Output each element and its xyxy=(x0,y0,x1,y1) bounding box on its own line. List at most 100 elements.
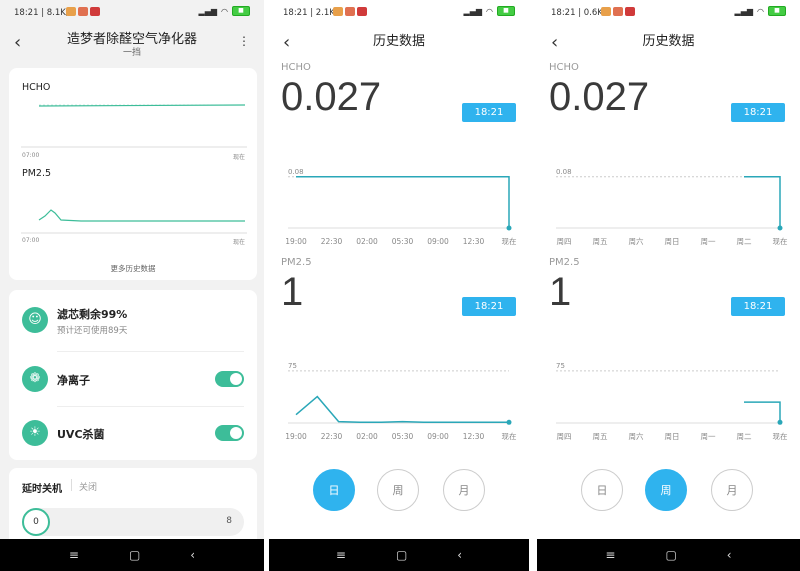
x-tick: 现在 xyxy=(232,239,245,246)
back-icon[interactable]: ‹ xyxy=(727,548,732,562)
notification-icons xyxy=(601,7,635,16)
back-icon[interactable]: ‹ xyxy=(457,548,462,562)
x-tick-label: 周一 xyxy=(701,237,716,246)
filter-icon: ☺ xyxy=(22,307,48,333)
home-icon[interactable]: ▢ xyxy=(396,548,407,562)
time-badge: 18:21 xyxy=(462,297,516,316)
x-tick-label: 周日 xyxy=(665,237,680,246)
app-icon xyxy=(625,7,635,16)
range-day-button[interactable]: 日 xyxy=(313,469,355,511)
x-tick-label: 周一 xyxy=(701,432,716,441)
x-tick-label: 周五 xyxy=(593,432,608,441)
timer-slider[interactable]: 0 8 xyxy=(22,508,244,536)
gridline-label: 0.08 xyxy=(556,168,572,176)
home-icon[interactable]: ▢ xyxy=(129,548,140,562)
gridline-label: 0.08 xyxy=(288,168,304,176)
filter-row[interactable]: ☺ 滤芯剩余99% 预计还可使用89天 xyxy=(9,290,257,346)
page-title: 历史数据 xyxy=(372,34,425,49)
history-week-panel: 18:21 | 0.6K/s ▂▄▆ ◠ ■ ‹ 历史数据 HCHO 0.027… xyxy=(537,0,800,571)
uvc-row: ☀ UVC杀菌 xyxy=(9,406,257,462)
pm-mini-chart xyxy=(21,209,247,234)
pm-value: 1 xyxy=(281,270,304,314)
hcho-value: 0.027 xyxy=(549,75,650,119)
hcho-label: HCHO xyxy=(22,82,51,93)
wifi-icon: ◠ xyxy=(486,6,493,16)
menu-icon[interactable]: ≡ xyxy=(605,548,615,562)
features-card: ☺ 滤芯剩余99% 预计还可使用89天 ❁ 净离子 ☀ UVC杀菌 xyxy=(9,290,257,460)
range-month-button[interactable]: 月 xyxy=(711,469,753,511)
x-tick-label: 周四 xyxy=(557,237,572,246)
status-right: ▂▄▆ ◠ ■ xyxy=(199,6,250,16)
app-icon xyxy=(601,7,611,16)
history-day-panel: 18:21 | 2.1K/s ▂▄▆ ◠ ■ ‹ 历史数据 HCHO 0.027… xyxy=(269,0,529,571)
battery-icon: ■ xyxy=(497,6,515,16)
range-month-button[interactable]: 月 xyxy=(443,469,485,511)
nav-bar: ≡ ▢ ‹ xyxy=(269,539,529,571)
x-tick-label: 周日 xyxy=(665,432,680,441)
x-tick-label: 现在 xyxy=(773,431,788,441)
x-tick-label: 02:00 xyxy=(356,237,378,246)
status-right: ▂▄▆ ◠ ■ xyxy=(735,6,786,16)
x-tick-label: 周四 xyxy=(557,432,572,441)
home-icon[interactable]: ▢ xyxy=(665,548,676,562)
hcho-mini-chart xyxy=(21,104,247,148)
slider-handle[interactable]: 0 xyxy=(22,508,50,536)
series-line xyxy=(296,176,510,228)
app-icon xyxy=(613,7,623,16)
status-bar: 18:21 | 0.6K/s ▂▄▆ ◠ ■ xyxy=(537,0,800,24)
series-line xyxy=(744,401,781,423)
range-week-button[interactable]: 周 xyxy=(377,469,419,511)
pm-label: PM2.5 xyxy=(22,168,52,179)
time-badge: 18:21 xyxy=(462,103,516,122)
more-menu-icon[interactable]: ⋮ xyxy=(238,34,250,48)
ion-toggle[interactable] xyxy=(215,371,244,387)
app-icon xyxy=(357,7,367,16)
menu-icon[interactable]: ≡ xyxy=(69,548,79,562)
x-tick-label: 周二 xyxy=(737,432,752,441)
range-day-button[interactable]: 日 xyxy=(581,469,623,511)
time-badge: 18:21 xyxy=(731,103,785,122)
more-history-link[interactable]: 更多历史数据 xyxy=(9,263,257,274)
signal-icon: ▂▄▆ xyxy=(734,6,754,16)
x-tick-label: 周六 xyxy=(629,236,644,246)
hcho-label: HCHO xyxy=(549,62,579,73)
menu-icon[interactable]: ≡ xyxy=(336,548,346,562)
pm-label: PM2.5 xyxy=(281,257,312,268)
app-icon xyxy=(66,7,76,16)
x-tick: 07:00 xyxy=(22,237,40,244)
ion-icon: ❁ xyxy=(22,366,48,392)
timer-state: 关闭 xyxy=(79,483,98,493)
uvc-toggle[interactable] xyxy=(215,425,244,441)
status-bar: 18:21 | 8.1K/s ▂▄▆ ◠ ■ xyxy=(0,0,264,24)
series-endpoint xyxy=(506,419,512,425)
nav-bar: ≡ ▢ ‹ xyxy=(537,539,800,571)
pm-day-chart: 75 19:00 22:30 02:00 05:30 09:00 12:30 现在 xyxy=(285,362,517,441)
range-week-button[interactable]: 周 xyxy=(645,469,687,511)
app-icon xyxy=(345,7,355,16)
status-right: ▂▄▆ ◠ ■ xyxy=(464,6,515,16)
nav-bar: ≡ ▢ ‹ xyxy=(0,539,264,571)
series-endpoint xyxy=(777,419,783,425)
series-line xyxy=(295,395,509,424)
x-tick-label: 现在 xyxy=(502,236,517,246)
ion-row: ❁ 净离子 xyxy=(9,352,257,408)
device-panel: 18:21 | 8.1K/s ▂▄▆ ◠ ■ ‹ 造梦者除醛空气净化器 一挡 ⋮… xyxy=(0,0,264,571)
hcho-line xyxy=(38,104,246,107)
series-endpoint xyxy=(777,225,783,231)
x-tick-label: 12:30 xyxy=(463,237,485,246)
timer-card: 延时关机 关闭 0 8 xyxy=(9,468,257,548)
battery-icon: ■ xyxy=(232,6,250,16)
x-tick-label: 周五 xyxy=(593,237,608,246)
wifi-icon: ◠ xyxy=(757,6,764,16)
series-line xyxy=(744,176,781,228)
back-icon[interactable]: ‹ xyxy=(190,548,195,562)
page-title: 历史数据 xyxy=(642,34,695,49)
chart-card[interactable]: HCHO 07:00 现在 PM2.5 07:00 现在 更多历史数据 xyxy=(9,68,257,280)
x-tick-label: 周六 xyxy=(629,431,644,441)
x-tick-label: 19:00 xyxy=(285,237,307,246)
x-tick-label: 周二 xyxy=(737,237,752,246)
app-icon xyxy=(90,7,100,16)
divider xyxy=(71,479,72,491)
sun-icon: ☀ xyxy=(22,420,48,446)
hcho-value: 0.027 xyxy=(281,75,382,119)
